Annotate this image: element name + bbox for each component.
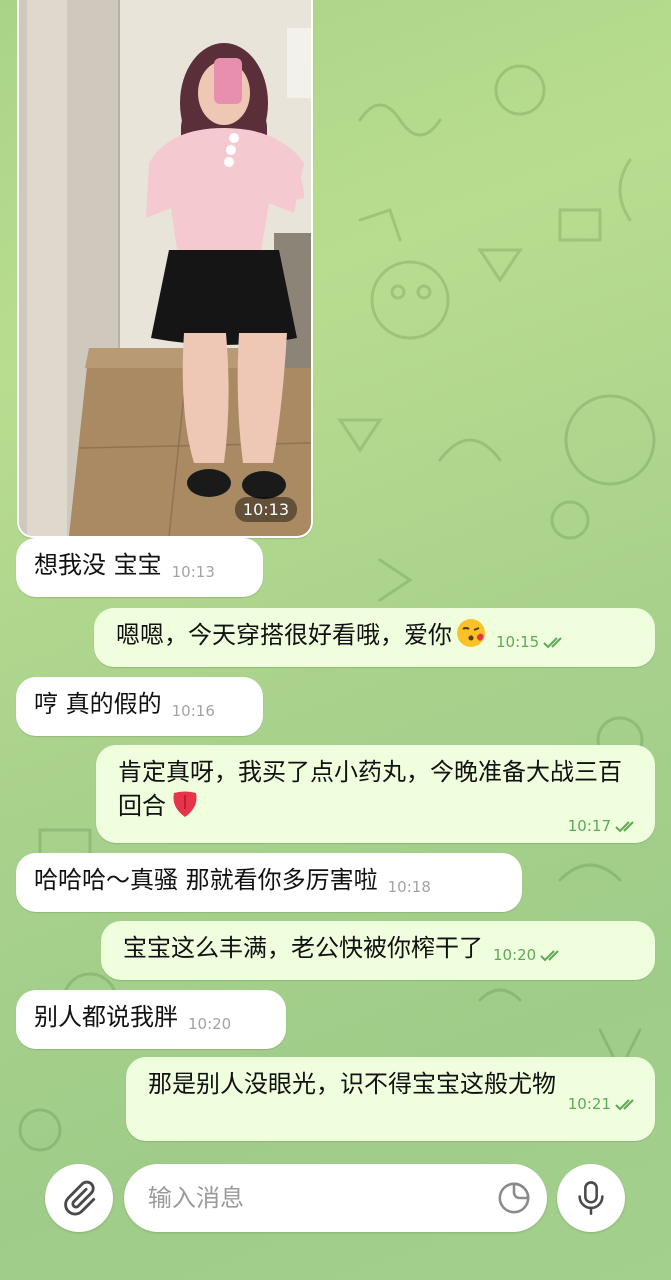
microphone-icon	[578, 1181, 604, 1215]
message-incoming[interactable]: 想我没 宝宝 10:13	[16, 538, 263, 597]
message-time: 10:13	[171, 563, 215, 581]
message-time: 10:17	[567, 817, 611, 835]
message-outgoing[interactable]: 宝宝这么丰满，老公快被你榨干了 10:20	[101, 921, 655, 980]
sticker-icon[interactable]	[497, 1181, 531, 1215]
message-text: 哈哈哈～真骚 那就看你多厉害啦	[34, 866, 378, 894]
message-text: 想我没 宝宝	[34, 551, 162, 579]
message-text: 嗯嗯，今天穿搭很好看哦，爱你	[116, 621, 452, 649]
photo-message[interactable]: 10:13	[17, 0, 313, 538]
message-outgoing[interactable]: 嗯嗯，今天穿搭很好看哦，爱你 10:15	[94, 608, 655, 667]
mirror-selfie-photo[interactable]: 10:13	[19, 0, 311, 536]
message-input-container[interactable]	[124, 1164, 547, 1232]
message-time: 10:20	[493, 946, 537, 964]
message-incoming[interactable]: 哼 真的假的 10:16	[16, 677, 263, 736]
double-check-icon	[543, 637, 562, 649]
message-time: 10:15	[496, 633, 540, 651]
message-outgoing[interactable]: 肯定真呀，我买了点小药丸，今晚准备大战三百回合 10:17	[96, 745, 655, 843]
message-input[interactable]	[146, 1183, 480, 1213]
attach-button[interactable]	[45, 1164, 113, 1232]
kissing-face-emoji	[457, 619, 485, 647]
message-time: 10:20	[188, 1015, 232, 1033]
message-composer	[0, 1150, 671, 1280]
message-incoming[interactable]: 哈哈哈～真骚 那就看你多厉害啦 10:18	[16, 853, 522, 912]
message-incoming[interactable]: 别人都说我胖 10:20	[16, 990, 286, 1049]
message-time: 10:16	[171, 702, 215, 720]
paperclip-icon	[64, 1180, 96, 1216]
message-time: 10:21	[567, 1095, 611, 1113]
message-time: 10:18	[387, 878, 431, 896]
photo-image	[19, 0, 311, 536]
message-text: 那是别人没眼光，识不得宝宝这般尤物	[148, 1070, 556, 1098]
microphone-button[interactable]	[557, 1164, 625, 1232]
double-check-icon	[615, 821, 634, 833]
message-outgoing[interactable]: 那是别人没眼光，识不得宝宝这般尤物 10:21	[126, 1057, 655, 1141]
message-text: 宝宝这么丰满，老公快被你榨干了	[123, 934, 483, 962]
double-check-icon	[615, 1099, 634, 1111]
message-text: 哼 真的假的	[34, 690, 162, 718]
double-check-icon	[540, 950, 559, 962]
message-text: 别人都说我胖	[34, 1003, 178, 1031]
tongue-emoji	[173, 791, 197, 817]
photo-timestamp: 10:13	[234, 497, 297, 522]
